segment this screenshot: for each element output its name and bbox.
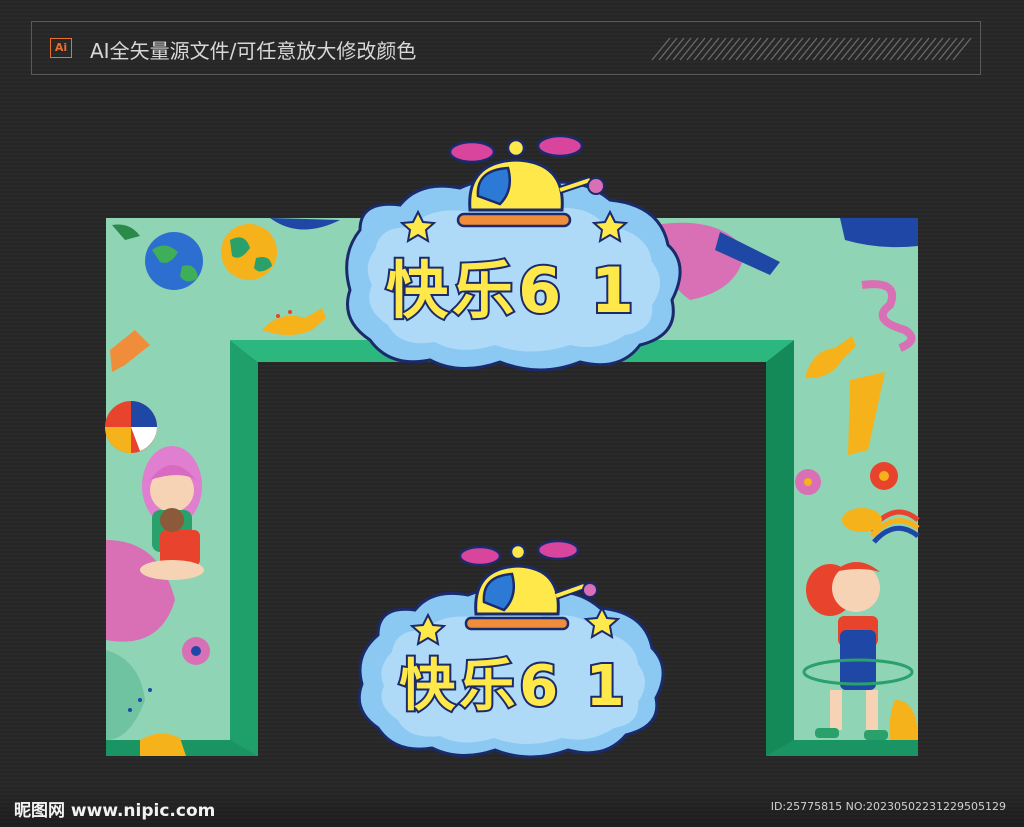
flower-icon <box>795 469 821 495</box>
arch-scene: 快乐6 1 快乐6 1 <box>105 134 920 759</box>
site-watermark: 昵图网 www.nipic.com <box>14 801 216 821</box>
flower-icon <box>182 637 210 665</box>
bottom-sign-title: 快乐6 1 <box>399 654 628 719</box>
globe-icon <box>221 224 277 280</box>
image-id: ID:25775815 NO:20230502231229505129 <box>770 800 1006 813</box>
ball-icon <box>105 401 157 453</box>
top-sign-title: 快乐6 1 <box>386 254 638 327</box>
globe-icon <box>145 232 203 290</box>
flower-icon <box>870 462 898 490</box>
